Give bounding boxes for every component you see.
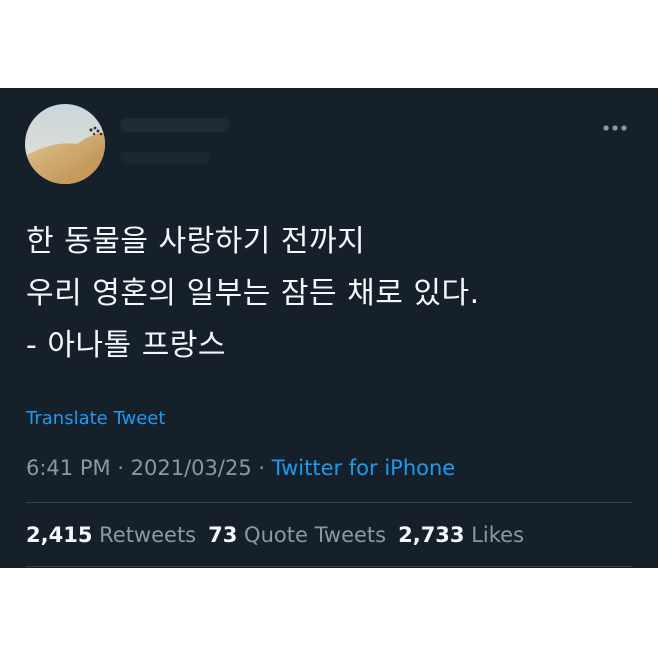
likes-label: Likes: [471, 523, 525, 547]
tweet-date[interactable]: 2021/03/25: [131, 456, 252, 480]
tweet-text-line: - 아나톨 프랑스: [26, 328, 226, 363]
quote-tweets-stat[interactable]: 73 Quote Tweets: [208, 523, 386, 547]
retweets-stat[interactable]: 2,415 Retweets: [26, 523, 196, 547]
divider: [26, 566, 632, 567]
likes-count: 2,733: [398, 523, 465, 547]
user-name[interactable]: [120, 118, 230, 132]
avatar[interactable]: [25, 104, 105, 184]
separator-dot: ·: [251, 456, 272, 480]
tweet-text-line: 우리 영혼의 일부는 잠든 채로 있다.: [26, 276, 480, 311]
more-dots-icon: [603, 125, 627, 131]
user-handle[interactable]: [120, 152, 210, 164]
separator-dot: ·: [110, 456, 131, 480]
tweet-metadata: 6:41 PM · 2021/03/25 · Twitter for iPhon…: [26, 456, 455, 480]
quote-tweets-count: 73: [208, 523, 238, 547]
likes-stat[interactable]: 2,733 Likes: [398, 523, 524, 547]
tweet-time[interactable]: 6:41 PM: [26, 456, 111, 480]
desert-avatar-icon: [25, 104, 105, 184]
divider: [26, 502, 632, 503]
translate-tweet-link[interactable]: Translate Tweet: [26, 408, 165, 429]
retweets-count: 2,415: [26, 523, 93, 547]
tweet-text-line: 한 동물을 사랑하기 전까지: [26, 224, 366, 259]
tweet-card: 한 동물을 사랑하기 전까지 우리 영혼의 일부는 잠든 채로 있다. - 아나…: [0, 88, 658, 568]
quote-tweets-label: Quote Tweets: [244, 523, 387, 547]
tweet-source-link[interactable]: Twitter for iPhone: [272, 456, 456, 480]
tweet-stats: 2,415 Retweets 73 Quote Tweets 2,733 Likes: [26, 523, 524, 547]
more-options-button[interactable]: [600, 116, 632, 140]
retweets-label: Retweets: [99, 523, 197, 547]
tweet-text: 한 동물을 사랑하기 전까지 우리 영혼의 일부는 잠든 채로 있다. - 아나…: [26, 216, 626, 372]
